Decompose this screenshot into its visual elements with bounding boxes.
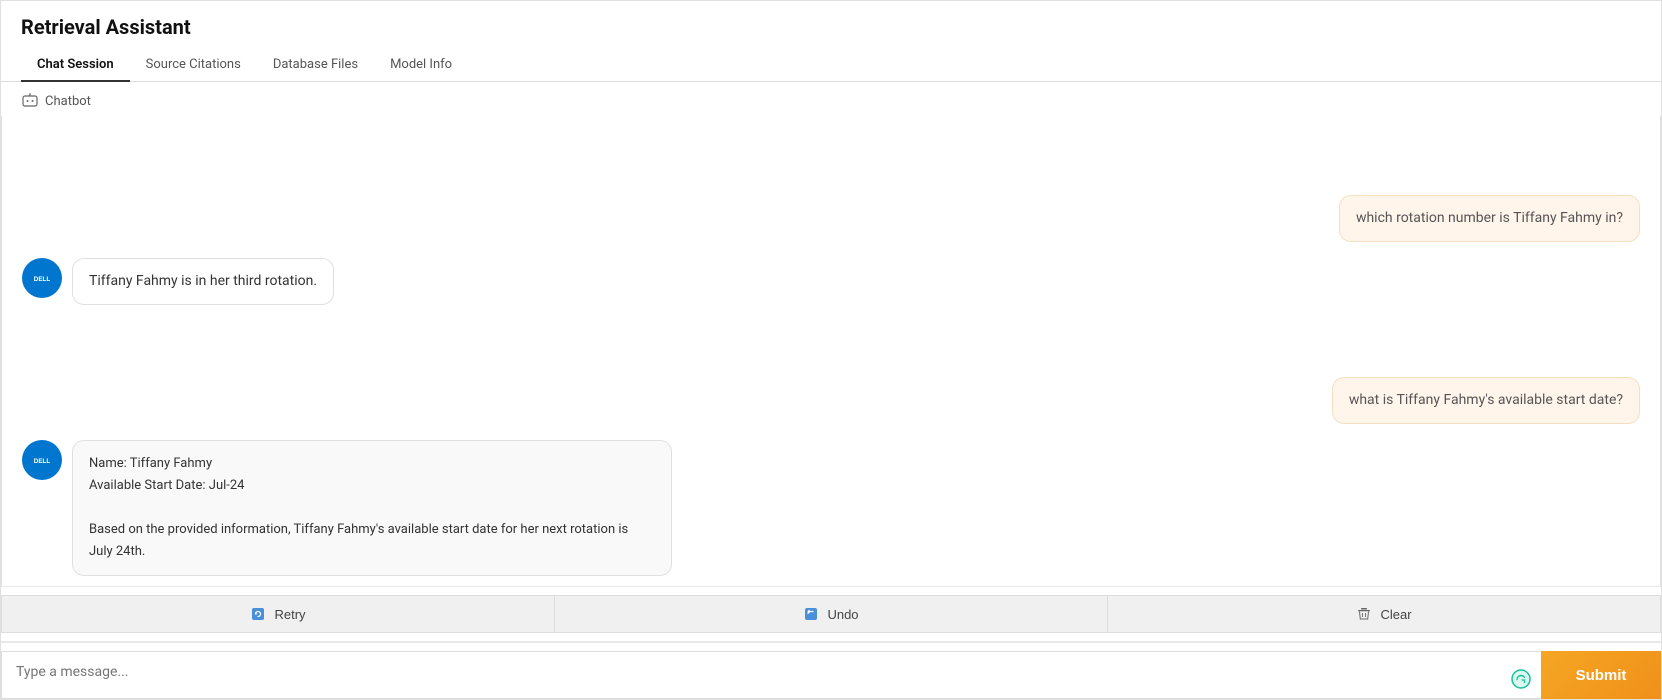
chatbot-icon — [21, 92, 39, 110]
grammarly-icon — [1511, 669, 1531, 689]
input-wrapper — [1, 651, 1541, 699]
svg-text:DELL: DELL — [34, 276, 51, 283]
user-bubble: what is Tiffany Fahmy's available start … — [1332, 377, 1640, 424]
tab-chat-session[interactable]: Chat Session — [21, 49, 130, 82]
trash-icon — [1356, 606, 1372, 622]
chatbot-label-text: Chatbot — [45, 94, 91, 109]
svg-text:DELL: DELL — [34, 458, 51, 465]
tab-source-citations[interactable]: Source Citations — [130, 49, 257, 82]
message-text: Name: Tiffany Fahmy Available Start Date… — [89, 453, 655, 563]
input-row: Submit — [1, 642, 1661, 699]
message-input[interactable] — [1, 651, 1541, 699]
bot-avatar: DELL — [22, 258, 62, 298]
undo-button[interactable]: Undo — [554, 595, 1108, 633]
message-text: Tiffany Fahmy is in her third rotation. — [89, 273, 317, 289]
submit-button[interactable]: Submit — [1541, 651, 1661, 699]
bot-bubble-info: Name: Tiffany Fahmy Available Start Date… — [72, 440, 672, 576]
page-title: Retrieval Assistant — [1, 1, 1661, 49]
clear-label: Clear — [1380, 607, 1411, 622]
bot-bubble: Tiffany Fahmy is in her third rotation. — [72, 258, 334, 305]
messages-container[interactable]: which rotation number is Tiffany Fahmy i… — [1, 116, 1661, 586]
message-row: which rotation number is Tiffany Fahmy i… — [22, 195, 1640, 242]
tabs-bar: Chat Session Source Citations Database F… — [1, 49, 1661, 82]
retry-icon — [250, 606, 266, 622]
message-row: DELL Tiffany Fahmy is in her third rotat… — [22, 258, 1640, 305]
undo-label: Undo — [827, 607, 858, 622]
action-buttons-row: Retry Undo — [1, 586, 1661, 642]
message-text: what is Tiffany Fahmy's available start … — [1349, 392, 1623, 408]
message-row: DELL Name: Tiffany Fahmy Available Start… — [22, 440, 1640, 576]
message-text: which rotation number is Tiffany Fahmy i… — [1356, 210, 1623, 226]
undo-icon — [803, 606, 819, 622]
user-bubble: which rotation number is Tiffany Fahmy i… — [1339, 195, 1640, 242]
tab-model-info[interactable]: Model Info — [374, 49, 468, 82]
clear-button[interactable]: Clear — [1108, 595, 1661, 633]
message-row: what is Tiffany Fahmy's available start … — [22, 377, 1640, 424]
retry-button[interactable]: Retry — [1, 595, 554, 633]
retry-label: Retry — [274, 607, 305, 622]
submit-label: Submit — [1576, 667, 1627, 684]
bot-avatar: DELL — [22, 440, 62, 480]
chatbot-label-row: Chatbot — [1, 82, 1661, 116]
tab-database-files[interactable]: Database Files — [257, 49, 374, 82]
chat-area: Chatbot which rotation number is Tiffany… — [1, 82, 1661, 699]
